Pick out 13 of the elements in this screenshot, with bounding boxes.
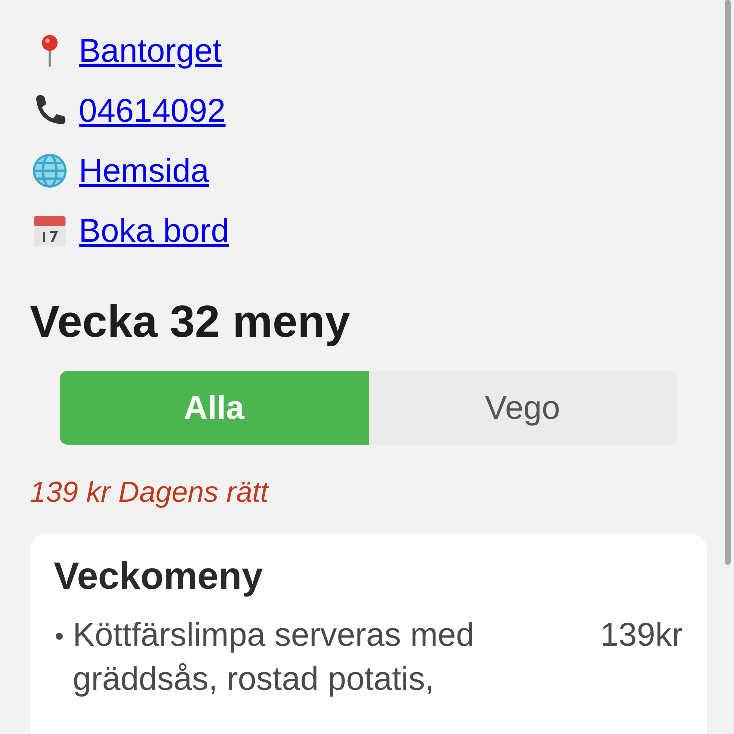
filter-tab[interactable]: Vego [368,371,677,445]
bullet-icon [56,633,63,640]
menu-heading: Vecka 32 meny [30,295,352,349]
dish-description: Köttfärslimpa serveras med gräddsås, rostad potatis, [73,615,476,699]
dish-price: 139kr [600,615,683,655]
daily-special-text: 139 kr Dagens rätt [30,477,270,510]
contact-link[interactable]: Hemsida [30,150,210,191]
scrollbar[interactable] [725,0,731,565]
card-title: Veckomeny [54,556,264,599]
contact-link[interactable]: Bantorget [30,30,222,71]
contact-link[interactable]: 04614092 [30,90,226,131]
globe-icon [30,152,70,188]
contact-link[interactable]: Boka bord [30,210,230,251]
